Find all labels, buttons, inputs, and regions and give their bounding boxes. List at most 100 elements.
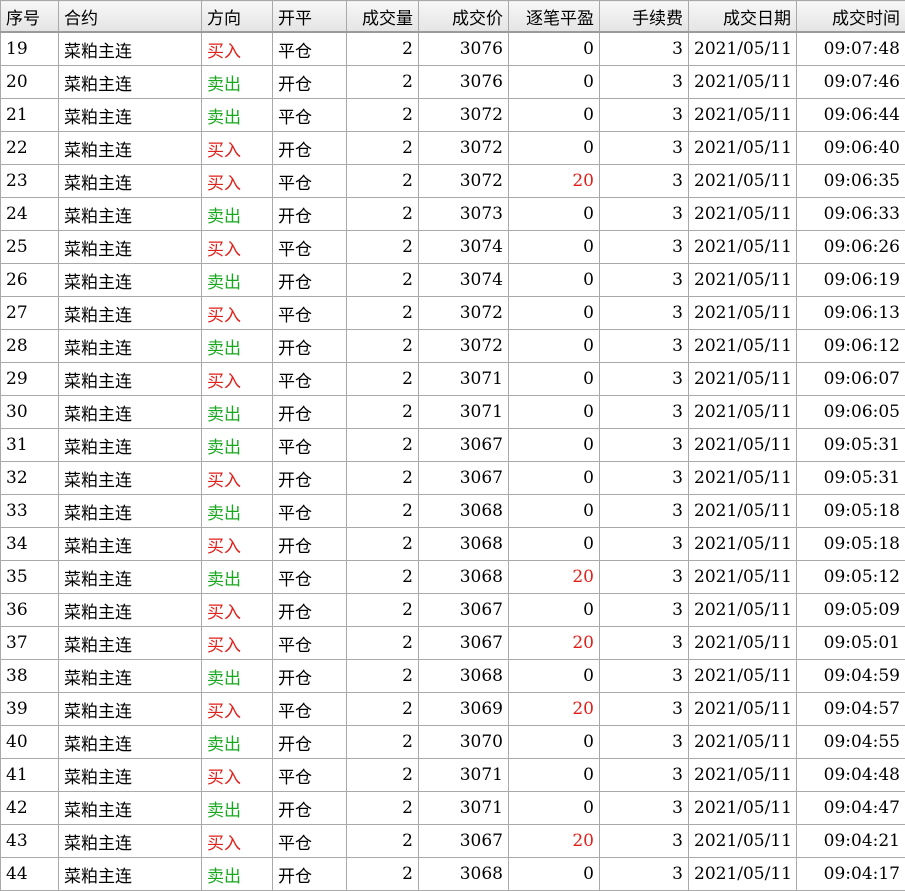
cell-price: 3070 [419, 726, 509, 759]
table-row[interactable]: 19菜粕主连买入平仓23076032021/05/1109:07:48 [1, 32, 905, 66]
table-row[interactable]: 22菜粕主连买入开仓23072032021/05/1109:06:40 [1, 132, 905, 165]
table-row[interactable]: 37菜粕主连买入平仓230672032021/05/1109:05:01 [1, 627, 905, 660]
col-header-fee[interactable]: 手续费 [600, 1, 689, 33]
table-row[interactable]: 36菜粕主连买入开仓23067032021/05/1109:05:09 [1, 594, 905, 627]
cell-seq: 27 [1, 297, 59, 330]
table-row[interactable]: 39菜粕主连买入平仓230692032021/05/1109:04:57 [1, 693, 905, 726]
cell-price: 3067 [419, 594, 509, 627]
cell-contract: 菜粕主连 [59, 462, 202, 495]
table-row[interactable]: 34菜粕主连买入开仓23068032021/05/1109:05:18 [1, 528, 905, 561]
table-row[interactable]: 32菜粕主连买入开仓23067032021/05/1109:05:31 [1, 462, 905, 495]
cell-contract: 菜粕主连 [59, 429, 202, 462]
cell-seq: 44 [1, 858, 59, 891]
cell-fee: 3 [600, 429, 689, 462]
cell-price: 3071 [419, 792, 509, 825]
cell-direction: 买入 [202, 32, 273, 66]
cell-fee: 3 [600, 330, 689, 363]
table-row[interactable]: 23菜粕主连买入平仓230722032021/05/1109:06:35 [1, 165, 905, 198]
cell-contract: 菜粕主连 [59, 363, 202, 396]
cell-direction: 卖出 [202, 561, 273, 594]
cell-price: 3072 [419, 297, 509, 330]
cell-time: 09:04:47 [797, 792, 905, 825]
cell-date: 2021/05/11 [689, 627, 797, 660]
table-row[interactable]: 33菜粕主连卖出平仓23068032021/05/1109:05:18 [1, 495, 905, 528]
cell-contract: 菜粕主连 [59, 132, 202, 165]
table-row[interactable]: 31菜粕主连卖出平仓23067032021/05/1109:05:31 [1, 429, 905, 462]
table-row[interactable]: 38菜粕主连卖出开仓23068032021/05/1109:04:59 [1, 660, 905, 693]
cell-contract: 菜粕主连 [59, 792, 202, 825]
cell-date: 2021/05/11 [689, 32, 797, 66]
cell-seq: 24 [1, 198, 59, 231]
table-row[interactable]: 20菜粕主连卖出开仓23076032021/05/1109:07:46 [1, 66, 905, 99]
cell-date: 2021/05/11 [689, 528, 797, 561]
col-header-date[interactable]: 成交日期 [689, 1, 797, 33]
table-row[interactable]: 35菜粕主连卖出平仓230682032021/05/1109:05:12 [1, 561, 905, 594]
cell-contract: 菜粕主连 [59, 297, 202, 330]
cell-close-pnl: 20 [509, 627, 600, 660]
cell-price: 3068 [419, 561, 509, 594]
table-row[interactable]: 29菜粕主连买入平仓23071032021/05/1109:06:07 [1, 363, 905, 396]
col-header-price[interactable]: 成交价 [419, 1, 509, 33]
cell-open-close: 平仓 [273, 32, 347, 66]
cell-price: 3068 [419, 495, 509, 528]
col-header-time[interactable]: 成交时间 [797, 1, 905, 33]
cell-close-pnl: 0 [509, 726, 600, 759]
col-header-direction[interactable]: 方向 [202, 1, 273, 33]
table-row[interactable]: 42菜粕主连卖出开仓23071032021/05/1109:04:47 [1, 792, 905, 825]
cell-seq: 42 [1, 792, 59, 825]
col-header-close-pnl[interactable]: 逐笔平盈 [509, 1, 600, 33]
table-row[interactable]: 24菜粕主连卖出开仓23073032021/05/1109:06:33 [1, 198, 905, 231]
cell-contract: 菜粕主连 [59, 495, 202, 528]
table-row[interactable]: 26菜粕主连卖出开仓23074032021/05/1109:06:19 [1, 264, 905, 297]
cell-date: 2021/05/11 [689, 594, 797, 627]
cell-price: 3074 [419, 264, 509, 297]
col-header-open-close[interactable]: 开平 [273, 1, 347, 33]
table-row[interactable]: 44菜粕主连卖出开仓23068032021/05/1109:04:17 [1, 858, 905, 891]
col-header-volume[interactable]: 成交量 [347, 1, 419, 33]
col-header-seq[interactable]: 序号 [1, 1, 59, 33]
cell-direction: 买入 [202, 165, 273, 198]
cell-time: 09:06:13 [797, 297, 905, 330]
cell-direction: 卖出 [202, 495, 273, 528]
cell-fee: 3 [600, 264, 689, 297]
cell-price: 3072 [419, 132, 509, 165]
cell-contract: 菜粕主连 [59, 198, 202, 231]
table-row[interactable]: 21菜粕主连卖出平仓23072032021/05/1109:06:44 [1, 99, 905, 132]
cell-time: 09:04:57 [797, 693, 905, 726]
cell-volume: 2 [347, 297, 419, 330]
cell-price: 3069 [419, 693, 509, 726]
cell-seq: 21 [1, 99, 59, 132]
cell-seq: 25 [1, 231, 59, 264]
cell-fee: 3 [600, 726, 689, 759]
cell-close-pnl: 0 [509, 99, 600, 132]
cell-fee: 3 [600, 528, 689, 561]
cell-seq: 32 [1, 462, 59, 495]
table-row[interactable]: 30菜粕主连卖出开仓23071032021/05/1109:06:05 [1, 396, 905, 429]
cell-time: 09:06:19 [797, 264, 905, 297]
col-header-contract[interactable]: 合约 [59, 1, 202, 33]
cell-time: 09:04:21 [797, 825, 905, 858]
cell-open-close: 开仓 [273, 858, 347, 891]
cell-close-pnl: 0 [509, 198, 600, 231]
table-row[interactable]: 40菜粕主连卖出开仓23070032021/05/1109:04:55 [1, 726, 905, 759]
cell-contract: 菜粕主连 [59, 231, 202, 264]
table-row[interactable]: 27菜粕主连买入平仓23072032021/05/1109:06:13 [1, 297, 905, 330]
cell-fee: 3 [600, 693, 689, 726]
table-row[interactable]: 25菜粕主连买入平仓23074032021/05/1109:06:26 [1, 231, 905, 264]
cell-fee: 3 [600, 66, 689, 99]
table-row[interactable]: 43菜粕主连买入平仓230672032021/05/1109:04:21 [1, 825, 905, 858]
table-row[interactable]: 28菜粕主连卖出开仓23072032021/05/1109:06:12 [1, 330, 905, 363]
cell-direction: 买入 [202, 825, 273, 858]
cell-date: 2021/05/11 [689, 726, 797, 759]
cell-close-pnl: 20 [509, 825, 600, 858]
cell-volume: 2 [347, 693, 419, 726]
cell-fee: 3 [600, 198, 689, 231]
cell-direction: 买入 [202, 297, 273, 330]
cell-contract: 菜粕主连 [59, 32, 202, 66]
cell-seq: 37 [1, 627, 59, 660]
cell-contract: 菜粕主连 [59, 66, 202, 99]
table-row[interactable]: 41菜粕主连买入平仓23071032021/05/1109:04:48 [1, 759, 905, 792]
cell-close-pnl: 0 [509, 858, 600, 891]
cell-price: 3072 [419, 330, 509, 363]
cell-open-close: 开仓 [273, 396, 347, 429]
